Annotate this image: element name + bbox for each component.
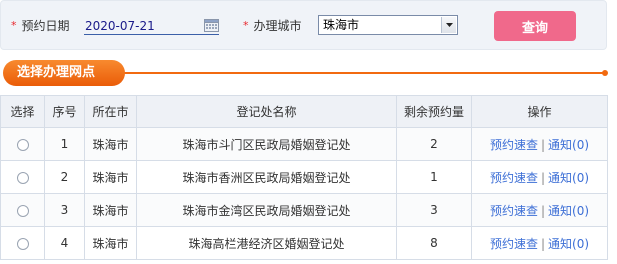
- quick-check-link[interactable]: 预约速查: [490, 138, 538, 152]
- radio-button-icon[interactable]: [16, 171, 29, 184]
- column-header-remaining: 剩余预约量: [396, 95, 472, 128]
- quick-check-link[interactable]: 预约速查: [490, 237, 538, 251]
- city-cell: 珠海市: [84, 226, 137, 260]
- section-heading: 选择办理网点: [0, 60, 612, 86]
- table-row: 3 珠海市 珠海市金湾区民政局婚姻登记处 3 预约速查 | 通知(0): [0, 193, 608, 227]
- actions-cell: 预约速查 | 通知(0): [471, 193, 608, 227]
- city-select-value: 珠海市: [323, 18, 360, 32]
- remaining-cell: 3: [396, 193, 472, 227]
- notice-link[interactable]: 通知(0): [548, 171, 589, 185]
- select-cell: [0, 226, 45, 260]
- quick-check-link[interactable]: 预约速查: [490, 171, 538, 185]
- index-cell: 2: [44, 160, 85, 194]
- notice-link[interactable]: 通知(0): [548, 204, 589, 218]
- chevron-down-icon[interactable]: [441, 17, 456, 33]
- select-cell: [0, 127, 45, 161]
- remaining-cell: 2: [396, 127, 472, 161]
- radio-button-icon[interactable]: [16, 138, 29, 151]
- radio-button-icon[interactable]: [16, 237, 29, 250]
- city-label: 办理城市: [253, 19, 302, 33]
- office-name-cell: 珠海高栏港经济区婚姻登记处: [136, 226, 397, 260]
- office-name-cell: 珠海市斗门区民政局婚姻登记处: [136, 127, 397, 161]
- table-row: 1 珠海市 珠海市斗门区民政局婚姻登记处 2 预约速查 | 通知(0): [0, 127, 608, 161]
- date-field: * 预约日期: [11, 17, 219, 35]
- search-bar: * 预约日期 * 办理城市 珠海市 查询: [0, 0, 607, 50]
- index-cell: 4: [44, 226, 85, 260]
- actions-cell: 预约速查 | 通知(0): [471, 127, 608, 161]
- column-header-city: 所在市: [84, 95, 137, 128]
- column-header-select: 选择: [0, 95, 45, 128]
- required-mark: *: [243, 19, 249, 32]
- table-header-row: 选择 序号 所在市 登记处名称 剩余预约量 操作: [0, 95, 608, 128]
- select-cell: [0, 193, 45, 227]
- table-row: 4 珠海市 珠海高栏港经济区婚姻登记处 8 预约速查 | 通知(0): [0, 226, 608, 260]
- query-button[interactable]: 查询: [494, 11, 576, 41]
- office-table: 选择 序号 所在市 登记处名称 剩余预约量 操作 1 珠海市 珠海市斗门区民政局…: [0, 95, 608, 260]
- select-cell: [0, 160, 45, 194]
- column-header-index: 序号: [44, 95, 85, 128]
- index-cell: 3: [44, 193, 85, 227]
- actions-cell: 预约速查 | 通知(0): [471, 226, 608, 260]
- action-separator: |: [540, 170, 546, 185]
- action-separator: |: [540, 203, 546, 218]
- actions-cell: 预约速查 | 通知(0): [471, 160, 608, 194]
- action-separator: |: [540, 137, 546, 152]
- remaining-cell: 1: [396, 160, 472, 194]
- required-mark: *: [11, 19, 17, 32]
- column-header-office-name: 登记处名称: [136, 95, 397, 128]
- city-select[interactable]: 珠海市: [318, 15, 458, 35]
- action-separator: |: [540, 236, 546, 251]
- city-cell: 珠海市: [84, 127, 137, 161]
- notice-link[interactable]: 通知(0): [548, 138, 589, 152]
- office-name-cell: 珠海市金湾区民政局婚姻登记处: [136, 193, 397, 227]
- office-name-cell: 珠海市香洲区民政局婚姻登记处: [136, 160, 397, 194]
- table-row: 2 珠海市 珠海市香洲区民政局婚姻登记处 1 预约速查 | 通知(0): [0, 160, 608, 194]
- notice-link[interactable]: 通知(0): [548, 237, 589, 251]
- column-header-actions: 操作: [471, 95, 608, 128]
- calendar-icon[interactable]: [204, 18, 219, 32]
- section-title: 选择办理网点: [3, 60, 125, 86]
- index-cell: 1: [44, 127, 85, 161]
- section-divider: [120, 72, 604, 74]
- city-cell: 珠海市: [84, 193, 137, 227]
- city-cell: 珠海市: [84, 160, 137, 194]
- quick-check-link[interactable]: 预约速查: [490, 204, 538, 218]
- radio-button-icon[interactable]: [16, 204, 29, 217]
- remaining-cell: 8: [396, 226, 472, 260]
- date-label: 预约日期: [21, 19, 70, 33]
- city-field: * 办理城市 珠海市: [243, 15, 458, 35]
- date-input[interactable]: [84, 17, 219, 35]
- section-divider-dot: [602, 70, 608, 76]
